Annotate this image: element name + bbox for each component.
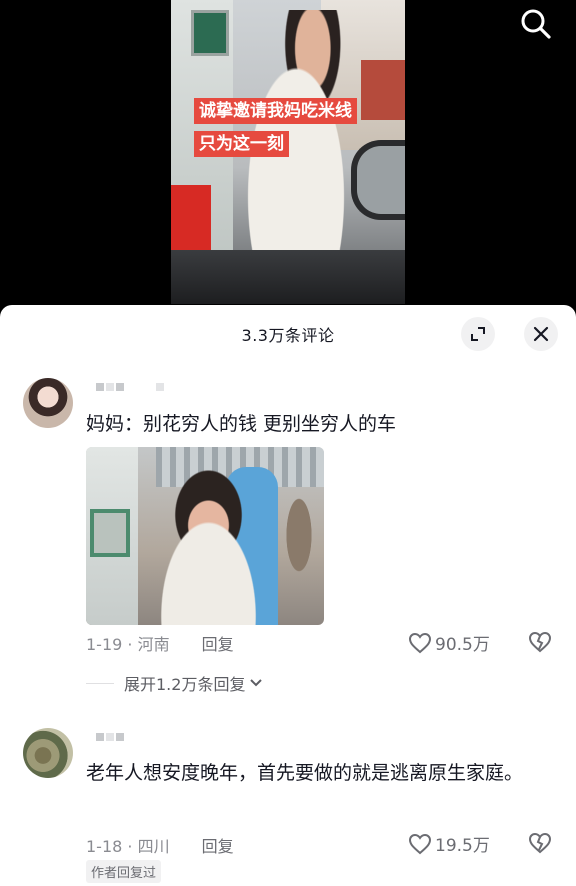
expand-icon (471, 327, 485, 341)
image-pump-screen (90, 509, 130, 557)
blur-pixel (96, 383, 104, 391)
video-person (226, 10, 366, 250)
comment-date-location: 1-18 · 四川 (86, 837, 170, 856)
expand-replies-text: 展开1.2万条回复 (124, 675, 246, 694)
car-dashboard (171, 250, 405, 304)
like-count: 90.5万 (435, 635, 490, 655)
dislike-button[interactable] (528, 631, 552, 653)
blur-pixel (116, 383, 124, 391)
video-caption-line-1: 诚挚邀请我妈吃米线 (194, 98, 357, 124)
broken-heart-icon (528, 631, 552, 653)
avatar[interactable] (23, 728, 73, 778)
author-replied-badge: 作者回复过 (86, 860, 162, 883)
reply-button[interactable]: 回复 (202, 631, 234, 655)
chevron-down-icon (250, 679, 263, 687)
search-button[interactable] (518, 8, 554, 40)
comment-meta: 1-19 · 河南 回复 (86, 631, 234, 655)
username-blurred[interactable] (96, 733, 124, 741)
comment-meta: 1-18 · 四川 回复 (86, 833, 234, 857)
comment-image[interactable] (86, 447, 324, 625)
search-icon (521, 9, 551, 39)
dislike-button[interactable] (528, 832, 552, 854)
comment-text: 老年人想安度晚年，首先要做的就是逃离原生家庭。 (86, 762, 524, 784)
video-caption-line-2: 只为这一刻 (194, 131, 289, 157)
blur-pixel (106, 733, 114, 741)
heart-icon (408, 833, 432, 854)
fuel-pump-screen (191, 10, 229, 56)
avatar[interactable] (23, 378, 73, 428)
divider (86, 682, 114, 684)
comment-text: 妈妈：别花穷人的钱 更别坐穷人的车 (86, 413, 397, 435)
close-panel-button[interactable] (524, 317, 558, 351)
blur-pixel (116, 733, 124, 741)
image-person (141, 453, 291, 625)
heart-icon (408, 632, 432, 653)
like-button[interactable]: 90.5万 (408, 630, 490, 655)
expand-panel-button[interactable] (461, 317, 495, 351)
blur-pixel (106, 383, 114, 391)
car-mirror (351, 140, 405, 220)
blur-pixel (96, 733, 104, 741)
reply-button[interactable]: 回复 (202, 833, 234, 857)
like-button[interactable]: 19.5万 (408, 831, 490, 856)
video-player[interactable]: 诚挚邀请我妈吃米线 只为这一刻 (0, 0, 576, 330)
comment-panel: 3.3万条评论 妈妈：别花穷人的钱 更别坐穷人的车 1-19 · 河南 回复 9… (0, 305, 576, 886)
blur-pixel (156, 383, 164, 391)
username-blurred[interactable] (96, 383, 164, 391)
comment-date-location: 1-19 · 河南 (86, 635, 170, 654)
close-icon (533, 326, 549, 342)
fuel-pump (171, 0, 233, 260)
broken-heart-icon (528, 832, 552, 854)
expand-replies-button[interactable]: 展开1.2万条回复 (86, 671, 264, 695)
like-count: 19.5万 (435, 836, 490, 856)
video-frame[interactable]: 诚挚邀请我妈吃米线 只为这一刻 (171, 0, 405, 304)
fuel-pump-base (171, 185, 211, 260)
video-building (361, 60, 405, 120)
image-fuel-pump (86, 447, 138, 625)
